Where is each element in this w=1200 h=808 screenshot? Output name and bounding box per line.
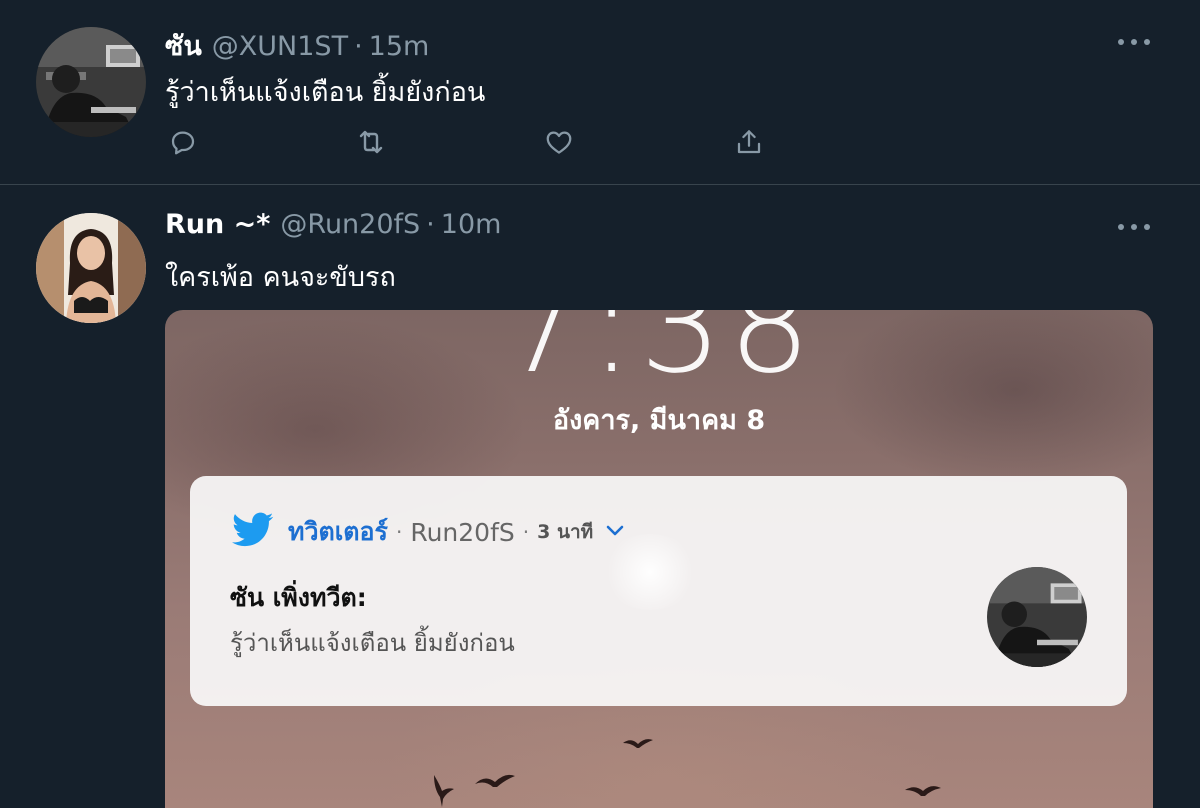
separator-dot: ·: [426, 209, 435, 240]
more-options-icon[interactable]: [1118, 217, 1150, 237]
notification-body: รู้ว่าเห็นแจ้งเตือน ยิ้มยังก่อน: [230, 629, 515, 657]
tweet[interactable]: ซัน @XUN1ST · 15m รู้ว่าเห็นแจ้งเตือน ยิ…: [0, 0, 1200, 185]
tweet-text: ใครเพ้อ คนจะขับรถ: [165, 262, 396, 293]
twitter-bird-icon: [232, 512, 274, 552]
notification-time: 3 นาที: [537, 521, 594, 543]
tweet-media-image[interactable]: 7:38 อังคาร, มีนาคม 8 ทวิตเตอร์ · Run20f…: [165, 310, 1153, 808]
notification-header: ทวิตเตอร์ · Run20fS · 3 นาที: [232, 512, 625, 552]
bird-silhouette: [623, 739, 653, 748]
bird-silhouette: [434, 775, 454, 807]
user-handle[interactable]: @XUN1ST: [212, 31, 348, 62]
separator-dot: ·: [522, 520, 530, 544]
timestamp[interactable]: 10m: [441, 209, 502, 240]
reply-icon[interactable]: [165, 124, 201, 160]
user-handle[interactable]: @Run20fS: [280, 209, 420, 240]
tweet-header: ซัน @XUN1ST · 15m: [165, 24, 429, 62]
display-name[interactable]: ซัน: [165, 24, 202, 67]
notification-account: Run20fS: [410, 517, 515, 547]
retweet-icon[interactable]: [353, 124, 389, 160]
tweet[interactable]: Run ~* @Run20fS · 10m ใครเพ้อ คนจะขับรถ …: [0, 185, 1200, 808]
lockscreen-date: อังคาร, มีนาคม 8: [552, 405, 766, 436]
like-icon[interactable]: [541, 124, 577, 160]
separator-dot: ·: [354, 31, 363, 62]
notification-title: ซัน เพิ่งทวีต:: [230, 583, 367, 612]
lockscreen-clock: 7:38: [501, 310, 817, 402]
avatar[interactable]: [36, 213, 146, 323]
avatar[interactable]: [36, 27, 146, 137]
display-name[interactable]: Run ~*: [165, 209, 270, 240]
notification-card: ทวิตเตอร์ · Run20fS · 3 นาที ซัน เพิ่งทว…: [190, 476, 1127, 706]
timestamp[interactable]: 15m: [369, 31, 430, 62]
tweet-header: Run ~* @Run20fS · 10m: [165, 209, 501, 243]
more-options-icon[interactable]: [1118, 32, 1150, 52]
bird-silhouette: [905, 786, 941, 796]
notification-avatar: [987, 567, 1087, 667]
share-icon[interactable]: [731, 124, 767, 160]
chevron-down-icon: [605, 523, 625, 542]
notification-app-name: ทวิตเตอร์: [288, 517, 388, 546]
separator-dot: ·: [395, 520, 403, 544]
bird-silhouette: [475, 774, 515, 787]
tweet-text: รู้ว่าเห็นแจ้งเตือน ยิ้มยังก่อน: [165, 77, 486, 108]
tweet-actions: [165, 124, 765, 160]
